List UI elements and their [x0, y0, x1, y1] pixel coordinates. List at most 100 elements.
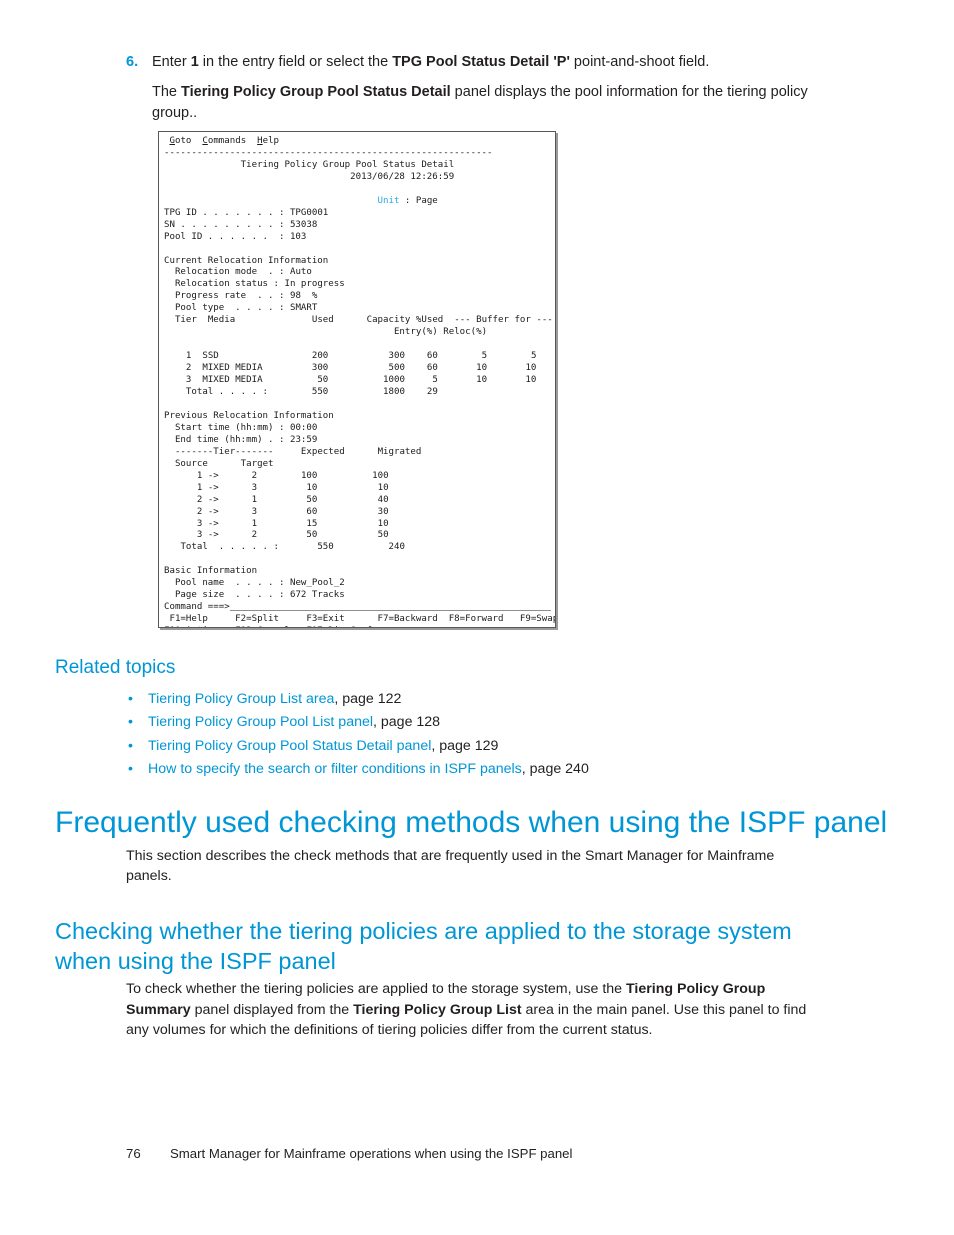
prev-col-migrated: Migrated [377, 446, 422, 457]
prev-row-6-arrow: -> [207, 530, 219, 541]
section2-bold-list: Tiering Policy Group List [353, 1001, 522, 1018]
sn-value: 53038 [289, 219, 318, 230]
prev-row-4-arrow: -> [207, 506, 219, 517]
tier-total-label: Total . . . . : [185, 387, 269, 398]
progress-rate-value: 98 % [289, 291, 318, 302]
prev-row-1-target: 2 [251, 470, 258, 481]
tpg-id-sep: : [278, 207, 285, 218]
related-link-2[interactable]: Tiering Policy Group Pool List panel [148, 714, 373, 730]
tier-row-3-used: 50 [317, 375, 329, 386]
prev-row-5-migrated: 10 [377, 518, 389, 529]
related-link-1[interactable]: Tiering Policy Group List area [148, 691, 334, 707]
pool-type-sep: : [279, 303, 285, 314]
pool-id-sep: : [278, 231, 285, 242]
step-bold-field-name: TPG Pool Status Detail 'P' [392, 54, 570, 70]
command-input-field[interactable] [229, 609, 551, 612]
related-link-4[interactable]: How to specify the search or filter cond… [148, 761, 522, 777]
relocation-mode-value: Auto [289, 267, 312, 278]
related-topics-heading: Related topics [55, 657, 176, 678]
tier-row-2-pctused: 60 [426, 363, 438, 374]
footer-text: Smart Manager for Mainframe operations w… [170, 1146, 573, 1161]
step-content: Enter 1 in the entry field or select the… [152, 52, 816, 133]
basic-information-heading: Basic Information [164, 566, 258, 577]
pool-name-sep: : [279, 578, 285, 589]
section2-text-mid: panel displayed from the [190, 1001, 354, 1018]
tier-total-capacity: 1800 [383, 387, 405, 398]
menu-separator-rule: ----------------------------------------… [164, 147, 493, 158]
relocation-mode-label: Relocation mode . [174, 267, 274, 278]
panel-title: Tiering Policy Group Pool Status Detail [240, 159, 455, 170]
section2-text-pre: To check whether the tiering policies ar… [126, 981, 626, 997]
prev-tier-rule: -------Tier------- [174, 446, 274, 457]
start-time-sep: : [279, 422, 285, 433]
page-size-sep: : [279, 590, 285, 601]
end-time-label: End time (hh:mm) . [174, 434, 274, 445]
prev-row-4-migrated: 30 [377, 506, 389, 517]
prev-row-3-arrow: -> [207, 494, 219, 505]
bullet-icon: • [128, 761, 133, 778]
tier-col-buffer: --- Buffer for --- [454, 315, 553, 326]
tier-row-3-capacity: 1000 [383, 375, 405, 386]
page-size-label: Page size . . . . [174, 590, 274, 601]
pool-id-value: 103 [289, 231, 307, 242]
prev-row-5-source: 3 [196, 518, 203, 529]
step-paragraph-2: The Tiering Policy Group Pool Status Det… [152, 82, 816, 124]
prev-row-4-source: 2 [196, 506, 203, 517]
tier-row-3-tier: 3 [185, 375, 192, 386]
step-paragraph-1: Enter 1 in the entry field or select the… [152, 52, 816, 73]
prev-row-2-target: 3 [251, 482, 258, 493]
pool-name-value: New_Pool_2 [289, 578, 345, 589]
prev-row-3-expected: 50 [306, 494, 318, 505]
tier-row-3-pctused: 5 [432, 375, 438, 386]
prev-row-6-expected: 50 [306, 530, 318, 541]
prev-row-3-migrated: 40 [377, 494, 389, 505]
tier-row-1-tier: 1 [185, 351, 192, 362]
prev-row-5-expected: 15 [306, 518, 318, 529]
document-page: 6. Enter 1 in the entry field or select … [0, 0, 954, 1235]
relocation-mode-sep: : [279, 267, 285, 278]
prev-row-6-target: 2 [251, 530, 258, 541]
menu-goto-rest[interactable]: oto [175, 136, 191, 146]
fkeys-row-2[interactable]: F10=Actions F12=Cancel F17=DispConf [164, 626, 372, 627]
prev-row-1-migrated: 100 [372, 470, 389, 481]
list-item: • How to specify the search or filter con… [126, 758, 826, 781]
progress-rate-sep: : [279, 291, 285, 302]
step2-bold-panel-name: Tiering Policy Group Pool Status Detail [181, 84, 451, 100]
prev-row-4-expected: 60 [306, 506, 318, 517]
step-number: 6. [126, 54, 139, 70]
end-time-sep: : [279, 434, 285, 445]
prev-row-1-arrow: -> [207, 470, 219, 481]
list-item: • Tiering Policy Group Pool Status Detail… [126, 735, 826, 758]
section-heading-2: Checking whether the tiering policies ar… [55, 918, 792, 974]
tier-row-2-entry: 10 [476, 363, 488, 374]
step-line-1: 6. Enter 1 in the entry field or select … [126, 52, 816, 133]
step-text-mid: in the entry field or select the [198, 54, 393, 70]
pool-type-label: Pool type . . . . [174, 303, 274, 314]
tier-col-capacity: Capacity [366, 315, 411, 326]
menu-bar: Goto Commands Help [164, 136, 279, 146]
tier-row-1-entry: 5 [481, 351, 488, 362]
sn-label: SN . . . . . . . . . [164, 219, 274, 230]
prev-row-5-target: 1 [251, 518, 258, 529]
menu-help-rest[interactable]: elp [263, 136, 279, 146]
section-body-2: To check whether the tiering policies ar… [126, 979, 816, 1041]
bullet-icon: • [128, 737, 133, 754]
step-text-post: point-and-shoot field. [569, 54, 710, 70]
unit-value: : Page [404, 195, 438, 206]
command-line-row[interactable]: Command ===> [159, 602, 555, 614]
step2-text-pre: The [152, 84, 182, 100]
fkeys-row-1[interactable]: F1=Help F2=Split F3=Exit F7=Backward F8=… [164, 614, 555, 624]
prev-total-expected: 550 [317, 542, 334, 553]
pool-type-value: SMART [289, 303, 318, 314]
menu-commands-rest[interactable]: ommands [208, 136, 246, 146]
prev-row-3-source: 2 [196, 494, 203, 505]
tier-row-1-media: SSD [202, 351, 219, 362]
tier-total-used: 550 [311, 387, 329, 398]
footer-page-number: 76 [126, 1146, 141, 1161]
tier-row-1-capacity: 300 [388, 351, 405, 362]
related-link-3[interactable]: Tiering Policy Group Pool Status Detail … [148, 738, 431, 754]
step-text-pre: Enter [152, 54, 191, 70]
relocation-status-value: In progress [284, 279, 345, 290]
prev-row-1-expected: 100 [300, 470, 318, 481]
related-page-1: , page 122 [334, 691, 402, 707]
